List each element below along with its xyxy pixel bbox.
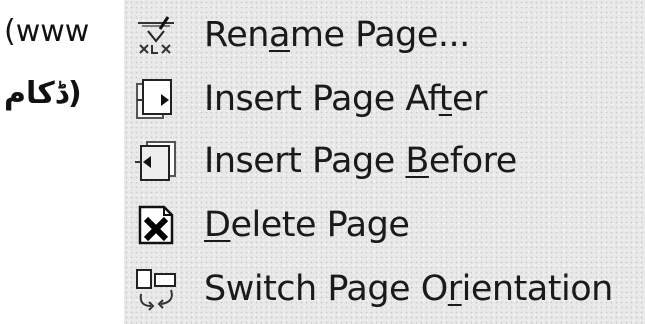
menu-item-rename-page[interactable]: Rename Page... bbox=[124, 4, 645, 66]
background-text-strip: (www (ڈکام bbox=[0, 0, 124, 324]
insert-page-before-icon bbox=[130, 135, 182, 187]
menu-item-label: Insert Page Before bbox=[204, 141, 517, 181]
menu-item-label: Insert Page After bbox=[204, 79, 487, 119]
menu-item-switch-page-orientation[interactable]: Switch Page Orientation bbox=[124, 258, 645, 320]
background-text-line: (ڈکام bbox=[4, 76, 82, 111]
menu-item-delete-page[interactable]: Delete Page bbox=[124, 194, 645, 256]
insert-page-after-icon bbox=[130, 73, 182, 125]
menu-item-label: Switch Page Orientation bbox=[204, 269, 613, 309]
switch-orientation-icon bbox=[130, 263, 182, 315]
background-text-line: (www bbox=[4, 14, 90, 49]
menu-item-label: Rename Page... bbox=[204, 15, 470, 55]
menu-item-label: Delete Page bbox=[204, 205, 410, 245]
delete-page-icon bbox=[130, 199, 182, 251]
menu-item-insert-page-before[interactable]: Insert Page Before bbox=[124, 130, 645, 192]
rename-page-icon bbox=[130, 9, 182, 61]
menu-item-insert-page-after[interactable]: Insert Page After bbox=[124, 68, 645, 130]
page-context-menu: Rename Page... Insert Page After Insert … bbox=[124, 0, 645, 324]
